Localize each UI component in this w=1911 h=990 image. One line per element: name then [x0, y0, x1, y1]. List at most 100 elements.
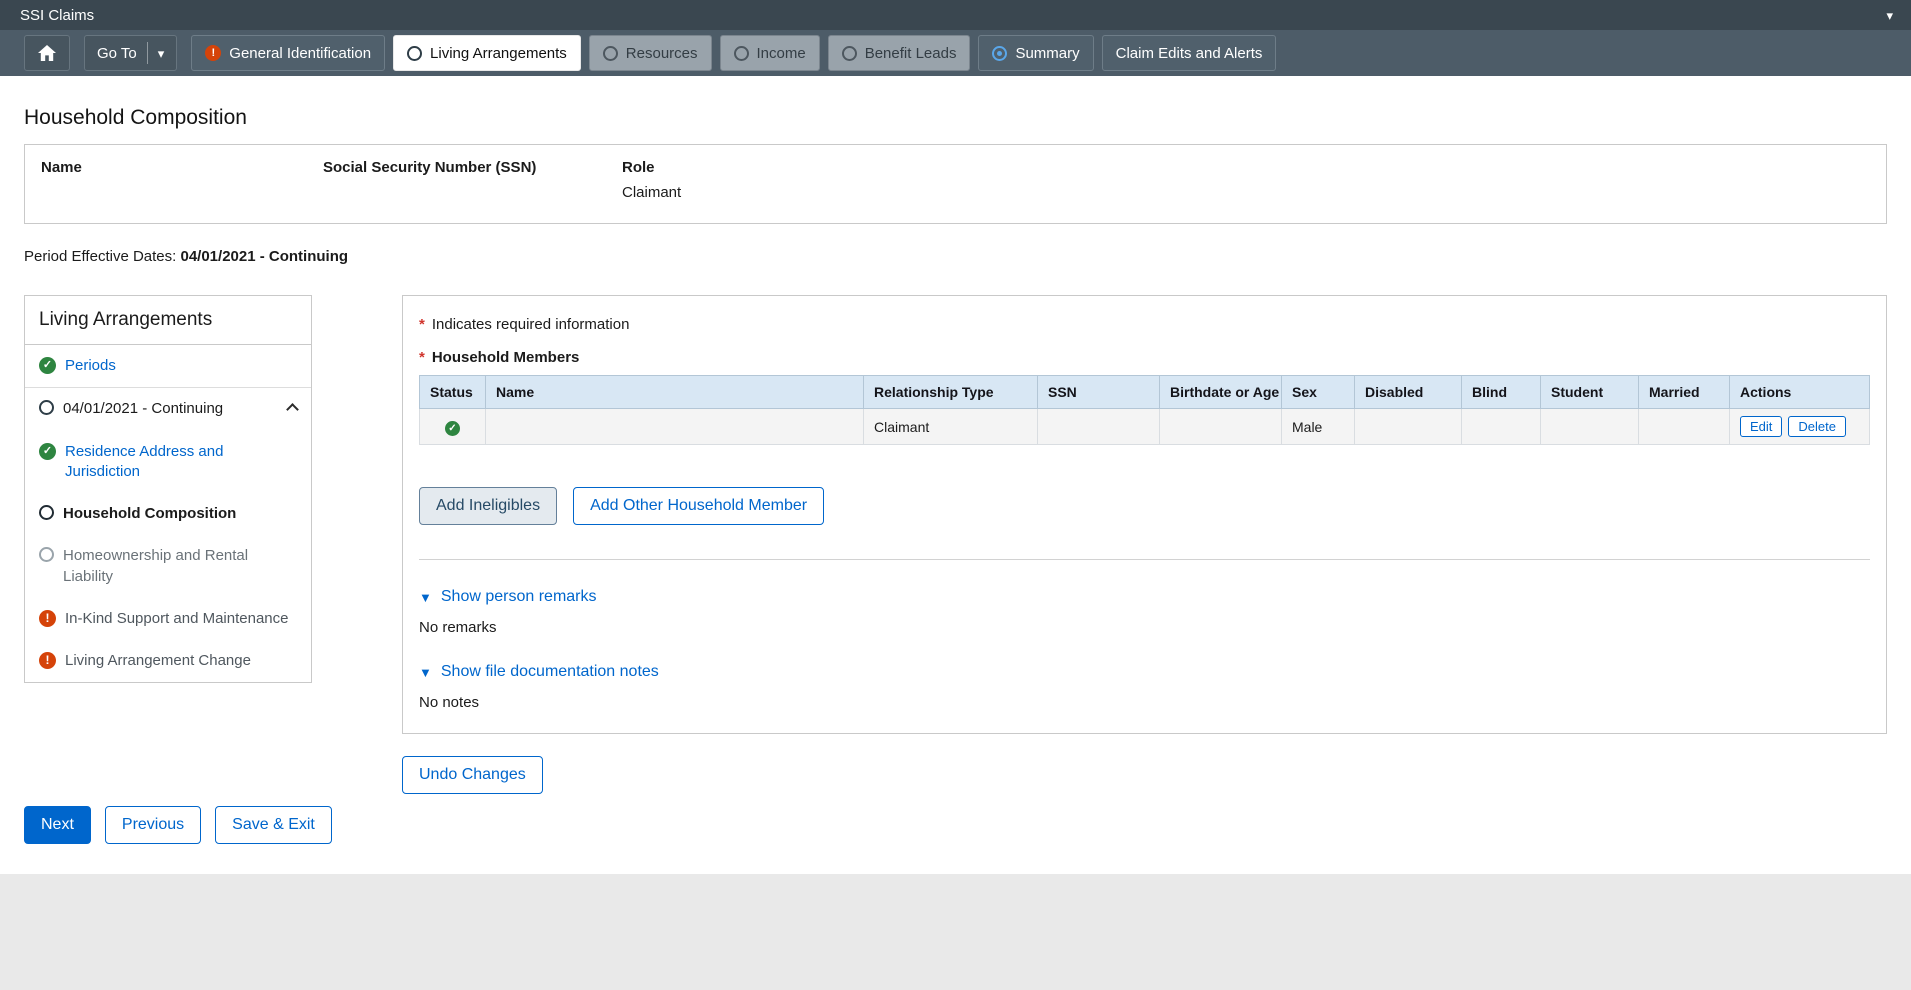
radio-icon — [39, 547, 54, 562]
notes-empty-text: No notes — [419, 694, 1870, 711]
chevron-up-icon[interactable] — [286, 403, 299, 416]
period-effective-dates: Period Effective Dates: 04/01/2021 - Con… — [24, 248, 1887, 265]
tab-general-identification[interactable]: ! General Identification — [191, 35, 385, 71]
tab-label: General Identification — [229, 45, 371, 62]
next-button[interactable]: Next — [24, 806, 91, 844]
sidebar-item-homeownership[interactable]: Homeownership and Rental Liability — [25, 535, 311, 598]
table-header-row: Status Name Relationship Type SSN Birthd… — [420, 376, 1870, 409]
app-title: SSI Claims — [20, 7, 94, 24]
tab-living-arrangements[interactable]: Living Arrangements — [393, 35, 581, 71]
goto-divider — [147, 42, 148, 64]
expand-down-icon: ▼ — [419, 591, 432, 604]
name-label: Name — [41, 159, 323, 176]
sidebar-item-label: Living Arrangement Change — [65, 651, 251, 671]
tab-label: Summary — [1015, 45, 1079, 62]
save-and-exit-button[interactable]: Save & Exit — [215, 806, 332, 844]
delete-button[interactable]: Delete — [1788, 416, 1846, 437]
undo-changes-button[interactable]: Undo Changes — [402, 756, 543, 794]
col-ssn: SSN — [1038, 376, 1160, 409]
tab-income[interactable]: Income — [720, 35, 820, 71]
name-cell — [486, 409, 864, 445]
person-summary: Name Social Security Number (SSN) Role C… — [24, 144, 1887, 224]
radio-icon — [39, 505, 54, 520]
disabled-cell — [1355, 409, 1462, 445]
wizard-buttons-row: Next Previous Save & Exit — [24, 806, 1887, 844]
living-arrangements-sidebar: Living Arrangements ✓ Periods 04/01/2021… — [24, 295, 312, 683]
col-name: Name — [486, 376, 864, 409]
home-button[interactable] — [24, 35, 70, 71]
relationship-cell: Claimant — [864, 409, 1038, 445]
period-value: 04/01/2021 - Continuing — [180, 248, 348, 265]
warning-icon: ! — [39, 652, 56, 669]
col-blind: Blind — [1462, 376, 1541, 409]
ssn-cell — [1038, 409, 1160, 445]
tab-summary[interactable]: Summary — [978, 35, 1093, 71]
sidebar-item-living-arrangement-change[interactable]: ! Living Arrangement Change — [25, 640, 311, 682]
table-row: ✓ Claimant Male Edit Delete — [420, 409, 1870, 445]
check-circle-icon: ✓ — [445, 421, 460, 436]
remarks-empty-text: No remarks — [419, 619, 1870, 636]
sex-cell: Male — [1282, 409, 1355, 445]
add-other-household-member-button[interactable]: Add Other Household Member — [573, 487, 824, 525]
person-ssn-column: Social Security Number (SSN) — [323, 159, 622, 201]
previous-button[interactable]: Previous — [105, 806, 201, 844]
role-value: Claimant — [622, 184, 1870, 201]
sidebar-item-label: In-Kind Support and Maintenance — [65, 609, 288, 629]
titlebar-collapse-icon[interactable]: ▾ — [1886, 9, 1893, 22]
role-label: Role — [622, 159, 1870, 176]
col-student: Student — [1541, 376, 1639, 409]
sidebar-item-label[interactable]: Residence Address and Jurisdiction — [65, 442, 265, 483]
person-remarks-link[interactable]: Show person remarks — [441, 588, 597, 606]
household-members-label: Household Members — [432, 349, 580, 366]
nav-tabs: ! General Identification Living Arrangem… — [191, 35, 1276, 71]
col-birthdate-or-age: Birthdate or Age — [1160, 376, 1282, 409]
edit-button[interactable]: Edit — [1740, 416, 1782, 437]
radio-icon — [407, 46, 422, 61]
sidebar-item-label: Homeownership and Rental Liability — [63, 546, 263, 587]
col-married: Married — [1639, 376, 1730, 409]
col-disabled: Disabled — [1355, 376, 1462, 409]
goto-label: Go To — [97, 45, 137, 62]
household-members-table: Status Name Relationship Type SSN Birthd… — [419, 375, 1870, 445]
add-buttons-row: Add Ineligibles Add Other Household Memb… — [419, 487, 1870, 525]
required-note-text: Indicates required information — [432, 316, 630, 333]
radio-selected-icon — [992, 46, 1007, 61]
tab-benefit-leads[interactable]: Benefit Leads — [828, 35, 971, 71]
sidebar-item-period-group[interactable]: 04/01/2021 - Continuing — [25, 388, 311, 430]
tab-claim-edits-and-alerts[interactable]: Claim Edits and Alerts — [1102, 35, 1277, 71]
household-members-title: *Household Members — [419, 349, 1870, 366]
chevron-down-icon: ▾ — [158, 47, 165, 60]
tab-label: Benefit Leads — [865, 45, 957, 62]
check-circle-icon: ✓ — [39, 443, 56, 460]
sidebar-item-periods[interactable]: ✓ Periods — [25, 345, 311, 388]
tab-label: Claim Edits and Alerts — [1116, 45, 1263, 62]
married-cell — [1639, 409, 1730, 445]
sidebar-item-residence-address[interactable]: ✓ Residence Address and Jurisdiction — [25, 431, 311, 494]
file-documentation-notes-toggle[interactable]: ▼ Show file documentation notes — [419, 663, 1870, 681]
radio-icon — [734, 46, 749, 61]
radio-icon — [603, 46, 618, 61]
required-information-note: *Indicates required information — [419, 316, 1870, 333]
radio-icon — [842, 46, 857, 61]
sidebar-title: Living Arrangements — [25, 296, 311, 345]
file-documentation-notes-link[interactable]: Show file documentation notes — [441, 663, 659, 681]
student-cell — [1541, 409, 1639, 445]
undo-row: Undo Changes — [402, 756, 1887, 794]
goto-dropdown[interactable]: Go To ▾ — [84, 35, 177, 71]
add-ineligibles-button[interactable]: Add Ineligibles — [419, 487, 557, 525]
check-circle-icon: ✓ — [39, 357, 56, 374]
sidebar-item-label[interactable]: Periods — [65, 356, 116, 376]
sidebar-item-household-composition[interactable]: Household Composition — [25, 493, 311, 535]
period-label: Period Effective Dates: — [24, 248, 176, 265]
sidebar-item-in-kind-support[interactable]: ! In-Kind Support and Maintenance — [25, 598, 311, 640]
expand-down-icon: ▼ — [419, 666, 432, 679]
blind-cell — [1462, 409, 1541, 445]
col-status: Status — [420, 376, 486, 409]
actions-cell: Edit Delete — [1730, 409, 1870, 445]
person-remarks-toggle[interactable]: ▼ Show person remarks — [419, 588, 1870, 606]
main-row: Living Arrangements ✓ Periods 04/01/2021… — [24, 295, 1887, 734]
page-title: Household Composition — [24, 106, 1887, 130]
col-sex: Sex — [1282, 376, 1355, 409]
panel-divider — [419, 559, 1870, 560]
tab-resources[interactable]: Resources — [589, 35, 712, 71]
